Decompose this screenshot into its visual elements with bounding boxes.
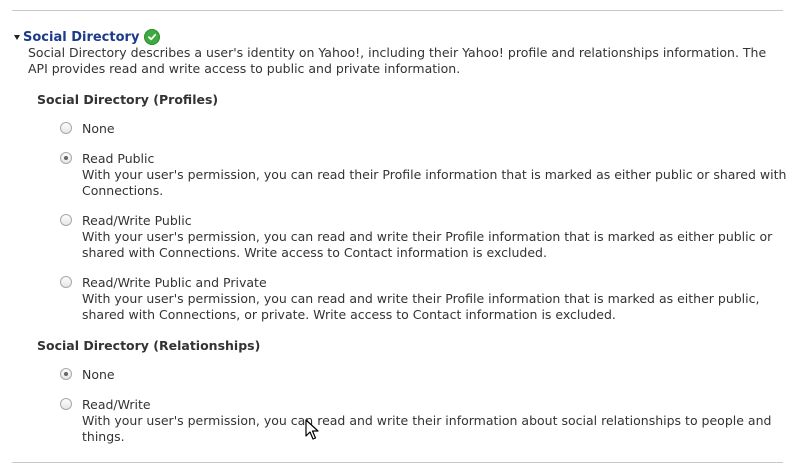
bottom-divider [12, 462, 783, 463]
option-label[interactable]: None [82, 367, 115, 383]
section-description: Social Directory describes a user's iden… [28, 45, 767, 76]
radio-profiles-read-public[interactable] [60, 152, 72, 164]
relationships-heading: Social Directory (Relationships) [37, 338, 261, 353]
radio-profiles-read-write-public-private[interactable] [60, 276, 72, 288]
profiles-heading: Social Directory (Profiles) [37, 92, 219, 107]
triangle-down-icon[interactable] [14, 35, 20, 40]
top-divider [12, 10, 783, 11]
option-label[interactable]: Read Public [82, 151, 154, 167]
checkmark-circle-icon [144, 29, 161, 45]
radio-relationships-none[interactable] [60, 368, 72, 380]
option-description: With your user's permission, you can rea… [82, 413, 772, 444]
option-label[interactable]: Read/Write Public [82, 213, 192, 229]
option-description: With your user's permission, you can rea… [82, 291, 760, 322]
option-description: With your user's permission, you can rea… [82, 229, 773, 260]
option-label[interactable]: Read/Write [82, 397, 151, 413]
option-label[interactable]: None [82, 121, 115, 137]
radio-profiles-read-write-public[interactable] [60, 214, 72, 226]
section-title[interactable]: Social Directory [23, 30, 139, 45]
option-description: With your user's permission, you can rea… [82, 167, 787, 198]
radio-profiles-none[interactable] [60, 122, 72, 134]
option-label[interactable]: Read/Write Public and Private [82, 275, 267, 291]
radio-relationships-read-write[interactable] [60, 398, 72, 410]
section-header[interactable]: Social Directory [14, 27, 161, 47]
mouse-pointer-icon [305, 419, 319, 440]
